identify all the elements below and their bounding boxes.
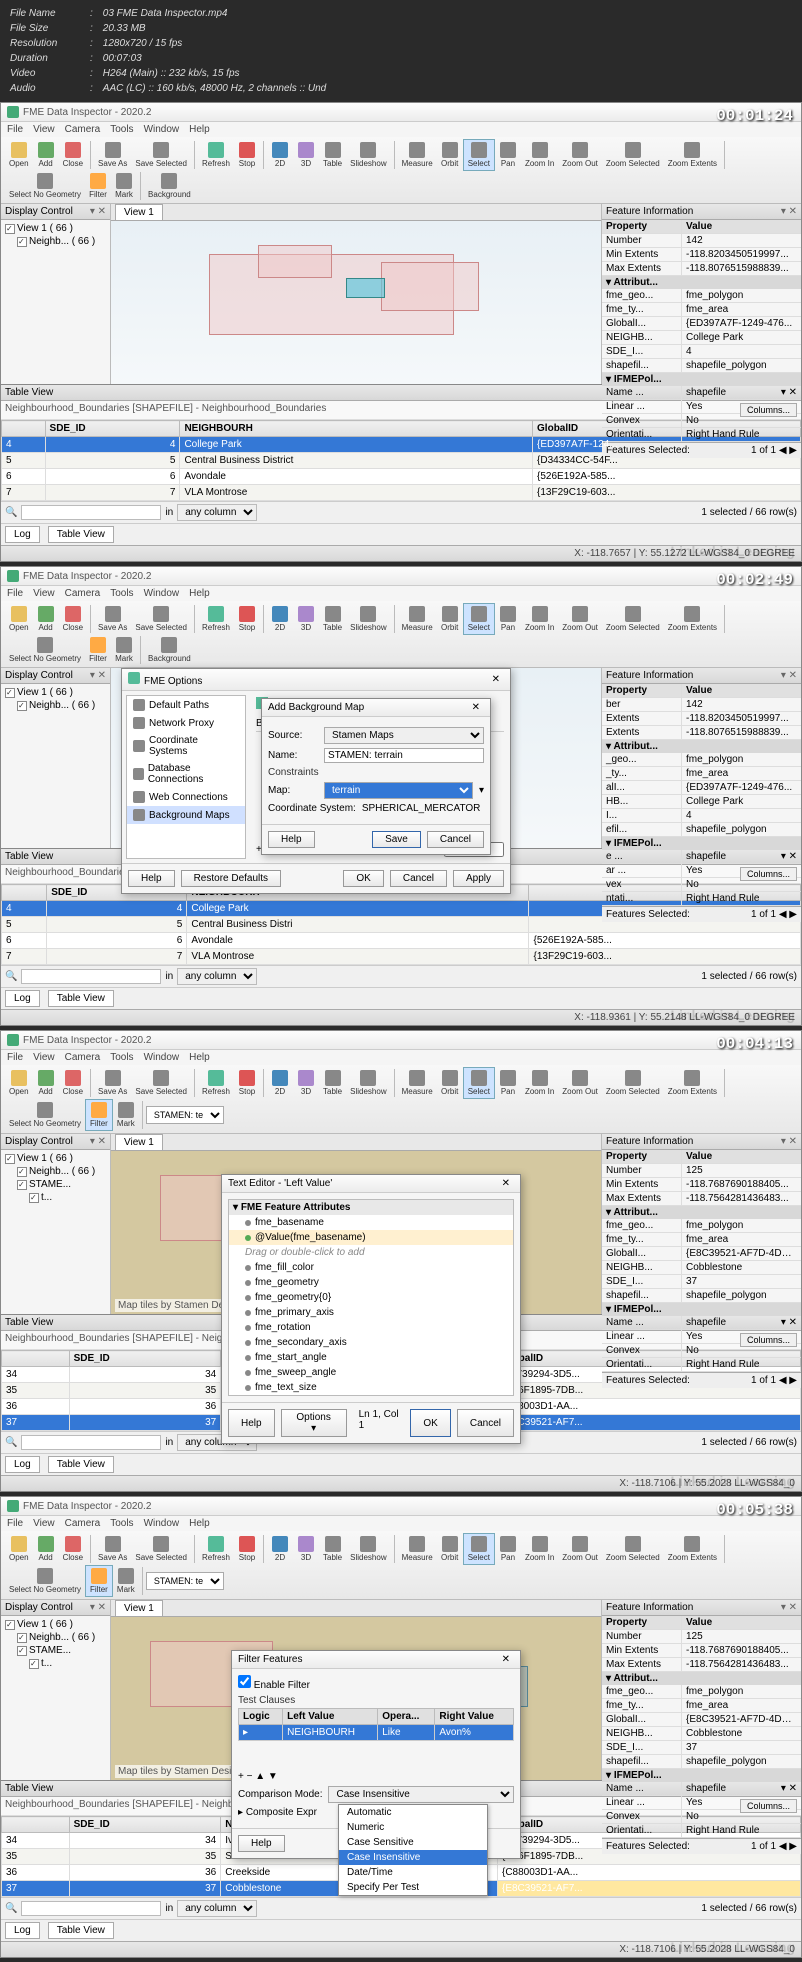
slideshow-button[interactable]: Slideshow — [346, 140, 390, 170]
filter-features-dialog: Filter Features✕ Enable Filter Test Clau… — [231, 1650, 521, 1859]
selected-attr[interactable]: @Value(fme_basename) — [229, 1230, 513, 1245]
stop-button[interactable]: Stop — [234, 140, 260, 170]
zoomsel-button[interactable]: Zoom Selected — [602, 140, 664, 170]
sidebar-item[interactable]: Coordinate Systems — [127, 732, 245, 760]
background-button[interactable]: Background — [144, 171, 195, 201]
table-button[interactable]: Table — [319, 140, 346, 170]
menu-tools[interactable]: Tools — [110, 124, 133, 135]
sidebar-item[interactable]: Web Connections — [127, 788, 245, 806]
menu-camera[interactable]: Camera — [65, 124, 101, 135]
refresh-button[interactable]: Refresh — [198, 140, 234, 170]
cancel-button[interactable]: Cancel — [427, 831, 484, 848]
timestamp: 00:02:49 — [716, 571, 793, 589]
column-select[interactable]: any column — [177, 504, 257, 521]
log-tab[interactable]: Log — [5, 526, 40, 543]
filter-input[interactable] — [21, 505, 161, 520]
menu-help[interactable]: Help — [189, 124, 210, 135]
checkbox[interactable] — [17, 237, 27, 247]
select-button[interactable]: Select — [463, 139, 495, 171]
source-select[interactable]: Stamen Maps — [324, 727, 484, 744]
filter-row[interactable]: ▸NEIGHBOURHLikeAvon% — [239, 1725, 514, 1741]
map-canvas[interactable] — [111, 221, 601, 384]
ok-button[interactable]: OK — [343, 870, 383, 887]
add-button[interactable]: Add — [33, 140, 59, 170]
apply-button[interactable]: Apply — [453, 870, 504, 887]
app-icon — [7, 106, 19, 118]
file-info-header: File Name:03 FME Data Inspector.mp4 File… — [0, 0, 802, 102]
feature-attributes-list: ▾ FME Feature Attributes fme_basename @V… — [228, 1199, 514, 1396]
table-row[interactable]: 77VLA Montrose{13F29C19-603... — [2, 485, 801, 501]
gear-icon — [128, 672, 140, 684]
help-button[interactable]: Help — [228, 1409, 275, 1437]
close-icon[interactable]: ✕ — [488, 674, 504, 685]
comparison-mode-dropdown: Automatic Numeric Case Sensitive Case In… — [338, 1804, 488, 1896]
close-panel-icon[interactable]: ▾ ✕ — [90, 206, 106, 217]
screenshot-1: 00:01:24 FME Data Inspector - 2020.2 Fil… — [0, 102, 802, 562]
basemap-select[interactable]: STAMEN: te — [146, 1106, 224, 1124]
restore-button[interactable]: Restore Defaults — [181, 870, 281, 887]
options-sidebar: Default Paths Network Proxy Coordinate S… — [126, 695, 246, 859]
search-icon[interactable]: 🔍 — [5, 507, 17, 518]
ok-button[interactable]: OK — [410, 1409, 450, 1437]
orbit-button[interactable]: Orbit — [437, 140, 463, 170]
saveas-button[interactable]: Save As — [94, 140, 131, 170]
sidebar-item-background-maps[interactable]: Background Maps — [127, 806, 245, 824]
measure-button[interactable]: Measure — [398, 140, 437, 170]
timestamp: 00:01:24 — [716, 107, 793, 125]
table-row[interactable]: 66Avondale{526E192A-585... — [2, 469, 801, 485]
close-icon[interactable]: ✕ — [498, 1178, 514, 1189]
pan-button[interactable]: Pan — [495, 140, 521, 170]
zoomout-button[interactable]: Zoom Out — [558, 140, 602, 170]
name-input[interactable] — [324, 748, 484, 763]
cancel-button[interactable]: Cancel — [390, 870, 447, 887]
2d-button[interactable]: 2D — [267, 140, 293, 170]
screenshot-3: 00:04:13 FME Data Inspector - 2020.2 Fil… — [0, 1030, 802, 1492]
checkbox[interactable] — [5, 224, 15, 234]
close-panel-icon[interactable]: ▾ ✕ — [781, 206, 797, 217]
sidebar-item[interactable]: Network Proxy — [127, 714, 245, 732]
close-icon[interactable]: ✕ — [468, 702, 484, 713]
display-control-panel: Display Control▾ ✕ View 1 ( 66 ) Neighb.… — [1, 204, 111, 384]
zoomext-button[interactable]: Zoom Extents — [664, 140, 721, 170]
close-icon[interactable]: ✕ — [498, 1654, 514, 1665]
toolbar: Open Add Close Save As Save Selected Ref… — [1, 137, 801, 204]
menu-file[interactable]: File — [7, 124, 23, 135]
screenshot-2: 00:02:49 FME Data Inspector - 2020.2 Fil… — [0, 566, 802, 1026]
feature-info-panel: Feature Information▾ ✕ PropertyValue Num… — [601, 204, 801, 384]
help-button[interactable]: Help — [268, 831, 315, 848]
screenshot-4: 00:05:38 FME Data Inspector - 2020.2 Fil… — [0, 1496, 802, 1958]
help-button[interactable]: Help — [238, 1835, 285, 1852]
savesel-button[interactable]: Save Selected — [131, 140, 191, 170]
columns-button[interactable]: Columns... — [740, 403, 797, 417]
mark-button[interactable]: Mark — [111, 171, 137, 201]
text-editor-dialog: Text Editor - 'Left Value'✕ ▾ FME Featur… — [221, 1174, 521, 1444]
add-background-map-dialog: Add Background Map✕ Source:Stamen Maps N… — [261, 698, 491, 855]
map-select[interactable]: terrain — [324, 782, 473, 799]
options-button[interactable]: Options ▾ — [281, 1409, 347, 1437]
help-button[interactable]: Help — [128, 870, 175, 887]
open-button[interactable]: Open — [5, 140, 33, 170]
tableview-tab[interactable]: Table View — [48, 526, 114, 543]
selnogeo-button[interactable]: Select No Geometry — [5, 171, 85, 201]
filter-clauses-table: LogicLeft ValueOpera...Right Value ▸NEIG… — [238, 1708, 514, 1741]
sidebar-item[interactable]: Database Connections — [127, 760, 245, 788]
zoomin-button[interactable]: Zoom In — [521, 140, 558, 170]
view-tab[interactable]: View 1 — [115, 204, 163, 220]
titlebar: FME Data Inspector - 2020.2 — [1, 103, 801, 122]
sidebar-item[interactable]: Default Paths — [127, 696, 245, 714]
filter-button[interactable]: Filter — [85, 171, 111, 201]
save-button[interactable]: Save — [372, 831, 421, 848]
3d-button[interactable]: 3D — [293, 140, 319, 170]
close-button[interactable]: Close — [59, 140, 87, 170]
enable-filter-checkbox[interactable] — [238, 1675, 251, 1688]
menu-window[interactable]: Window — [144, 124, 180, 135]
cancel-button[interactable]: Cancel — [457, 1409, 514, 1437]
comparison-mode-select[interactable]: Case Insensitive — [328, 1786, 514, 1803]
menu-view[interactable]: View — [33, 124, 55, 135]
menubar: File View Camera Tools Window Help — [1, 122, 801, 137]
